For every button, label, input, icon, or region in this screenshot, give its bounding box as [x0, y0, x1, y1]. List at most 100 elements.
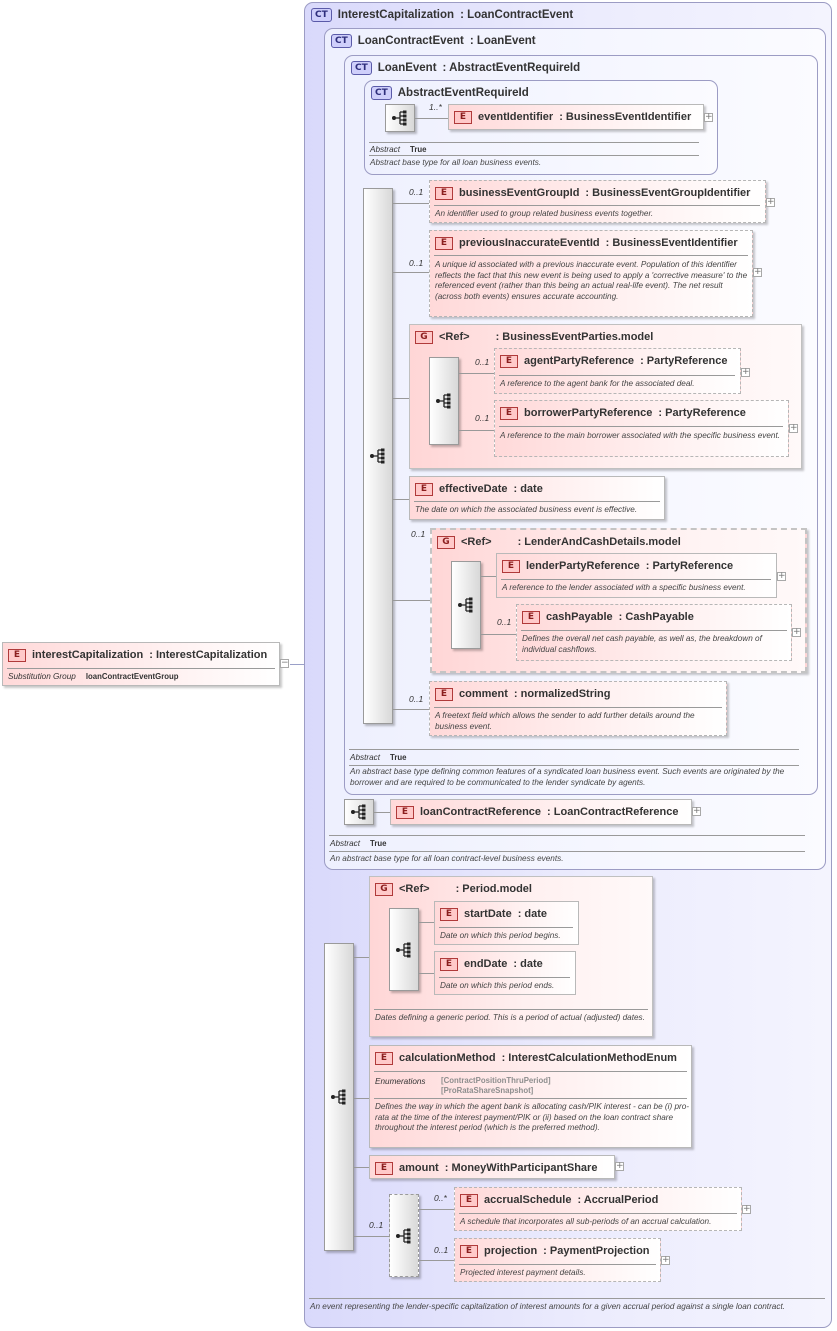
element-name: calculationMethod — [399, 1052, 496, 1064]
element-badge-icon: E — [8, 648, 26, 662]
sequence-icon — [436, 393, 451, 409]
element-comment[interactable]: E comment : normalizedString A freetext … — [429, 681, 727, 736]
element-event-identifier[interactable]: E eventIdentifier : BusinessEventIdentif… — [448, 104, 704, 130]
element-name: loanContractReference — [420, 806, 542, 818]
element-badge-icon: E — [435, 186, 453, 200]
element-badge-icon: E — [460, 1193, 478, 1207]
complex-type-badge-icon: CT — [351, 61, 372, 75]
ct-description: An event representing the lender-specifi… — [310, 1302, 785, 1311]
group-ref: <Ref> — [461, 536, 492, 548]
element-cash-payable[interactable]: E cashPayable : CashPayable Defines the … — [516, 604, 792, 661]
element-badge-icon: E — [454, 110, 472, 124]
element-description: A freetext field which allows the sender… — [435, 711, 695, 731]
expand-icon[interactable]: + — [704, 113, 713, 122]
element-borrower-party-reference[interactable]: E borrowerPartyReference : PartyReferenc… — [494, 400, 789, 457]
sequence-compositor[interactable] — [363, 188, 393, 724]
element-description: A reference to the lender associated wit… — [502, 583, 746, 592]
ct-description: An abstract base type for all loan contr… — [330, 854, 564, 863]
element-description: A reference to the agent bank for the as… — [500, 379, 695, 388]
expand-icon[interactable]: + — [741, 368, 750, 377]
ct-base: : LoanContractEvent — [460, 9, 574, 21]
element-end-date[interactable]: E endDate : date Date on which this peri… — [434, 951, 576, 995]
sequence-compositor[interactable] — [451, 561, 481, 649]
ct-name: AbstractEventRequireId — [397, 87, 529, 99]
sequence-compositor[interactable] — [429, 357, 459, 445]
element-name: interestCapitalization — [32, 649, 144, 661]
cardinality: 0..1 — [409, 187, 424, 197]
expand-icon[interactable]: + — [792, 628, 801, 637]
element-type: : PartyReference — [645, 560, 734, 572]
element-type: : date — [513, 958, 543, 970]
group-description: Dates defining a generic period. This is… — [375, 1013, 645, 1022]
element-badge-icon: E — [460, 1244, 478, 1258]
element-accrual-schedule[interactable]: E accrualSchedule : AccrualPeriod A sche… — [454, 1187, 742, 1231]
element-business-event-group-id[interactable]: E businessEventGroupId : BusinessEventGr… — [429, 180, 766, 223]
cardinality: 0..* — [434, 1193, 447, 1203]
sequence-compositor-optional[interactable] — [389, 1194, 419, 1277]
element-badge-icon: E — [396, 805, 414, 819]
element-badge-icon: E — [500, 406, 518, 420]
element-name: endDate — [464, 958, 508, 970]
element-description: Date on which this period begins. — [440, 931, 561, 940]
cardinality: 0..1 — [409, 694, 424, 704]
sequence-compositor[interactable] — [389, 908, 419, 991]
expand-icon[interactable]: + — [753, 268, 762, 277]
element-badge-icon: E — [415, 482, 433, 496]
ct-header: CT InterestCapitalization : LoanContract… — [311, 8, 573, 22]
element-type: : BusinessEventIdentifier — [605, 237, 738, 249]
element-description: A reference to the main borrower associa… — [500, 431, 781, 440]
element-effective-date[interactable]: E effectiveDate : date The date on which… — [409, 476, 665, 520]
element-type: : BusinessEventIdentifier — [559, 111, 692, 123]
element-projection[interactable]: E projection : PaymentProjection Project… — [454, 1238, 661, 1282]
element-agent-party-reference[interactable]: E agentPartyReference : PartyReference A… — [494, 348, 741, 394]
ct-header: CT LoanContractEvent : LoanEvent — [331, 34, 536, 48]
cardinality: 0..1 — [369, 1220, 384, 1230]
enumeration-values: [ContractPositionThruPeriod] [ProRataSha… — [441, 1076, 551, 1095]
group-name: : BusinessEventParties.model — [495, 331, 654, 343]
sequence-icon — [396, 942, 411, 957]
element-name: previousInaccurateEventId — [459, 237, 600, 249]
sequence-icon — [396, 1228, 411, 1243]
element-description: Projected interest payment details. — [460, 1268, 586, 1277]
element-name: projection — [484, 1245, 538, 1257]
cardinality: 0..1 — [411, 529, 426, 539]
element-name: comment — [459, 688, 508, 700]
element-description: The date on which the associated busines… — [415, 505, 638, 514]
element-badge-icon: E — [435, 236, 453, 250]
element-type: : LoanContractReference — [547, 806, 679, 818]
element-lender-party-reference[interactable]: E lenderPartyReference : PartyReference … — [496, 553, 777, 598]
expand-icon[interactable]: + — [766, 198, 775, 207]
element-description: Date on which this period ends. — [440, 981, 555, 990]
ct-name: LoanEvent — [377, 62, 437, 74]
element-previous-inaccurate-event-id[interactable]: E previousInaccurateEventId : BusinessEv… — [429, 230, 753, 317]
expand-icon[interactable]: + — [777, 572, 786, 581]
sequence-compositor[interactable] — [324, 943, 354, 1251]
element-type: : PaymentProjection — [543, 1245, 650, 1257]
substitution-group: Substitution Group loanContractEventGroup — [8, 672, 179, 681]
group-ref: <Ref> — [439, 331, 470, 343]
collapse-icon[interactable]: − — [280, 659, 289, 668]
root-element-interest-capitalization[interactable]: E interestCapitalization : InterestCapit… — [2, 642, 280, 686]
ct-description: Abstract base type for all loan business… — [370, 158, 542, 167]
element-amount[interactable]: E amount : MoneyWithParticipantShare — [369, 1155, 615, 1179]
expand-icon[interactable]: + — [742, 1205, 751, 1214]
complex-type-badge-icon: CT — [371, 86, 392, 100]
expand-icon[interactable]: + — [789, 424, 798, 433]
sequence-compositor[interactable] — [385, 104, 415, 132]
element-type: : date — [513, 483, 543, 495]
element-description: An identifier used to group related busi… — [435, 209, 654, 218]
element-description: A schedule that incorporates all sub-per… — [460, 1217, 712, 1226]
element-calculation-method[interactable]: E calculationMethod : InterestCalculatio… — [369, 1045, 692, 1148]
expand-icon[interactable]: + — [615, 1162, 624, 1171]
sequence-icon — [392, 110, 407, 126]
element-loan-contract-reference[interactable]: E loanContractReference : LoanContractRe… — [390, 799, 692, 825]
sequence-compositor[interactable] — [344, 799, 374, 825]
expand-icon[interactable]: + — [661, 1256, 670, 1265]
element-start-date[interactable]: E startDate : date Date on which this pe… — [434, 901, 579, 945]
element-description: Defines the overall net cash payable, as… — [522, 634, 762, 654]
element-type: : InterestCalculationMethodEnum — [501, 1052, 677, 1064]
cardinality: 0..1 — [475, 357, 490, 367]
expand-icon[interactable]: + — [692, 807, 701, 816]
element-type: : date — [517, 908, 548, 920]
element-type: : PartyReference — [658, 407, 746, 419]
